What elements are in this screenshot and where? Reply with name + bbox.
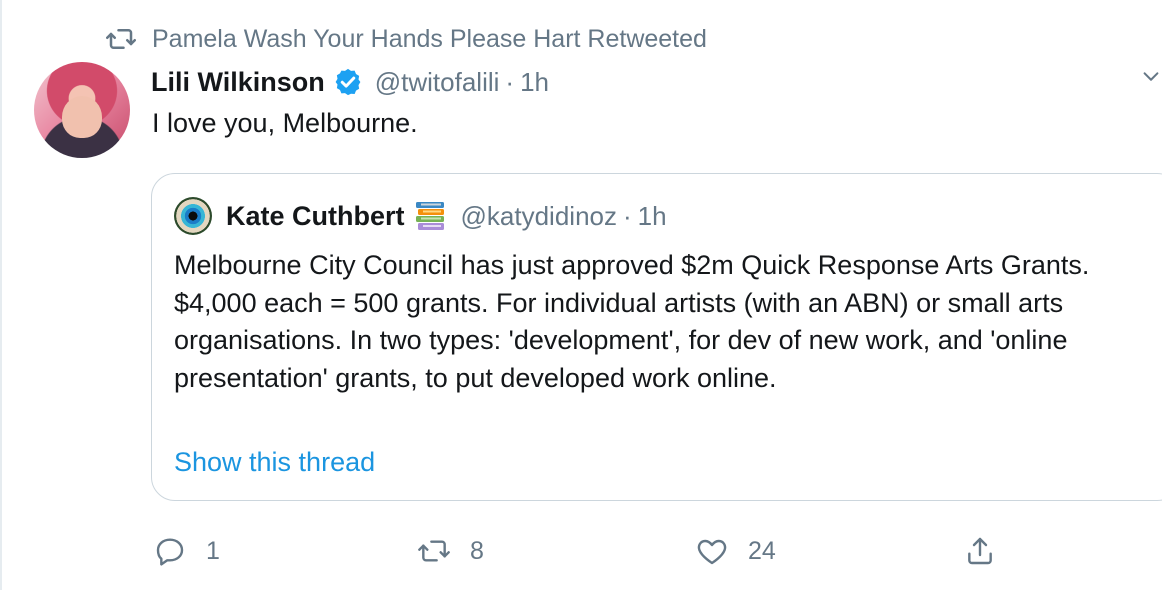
books-emoji-icon	[415, 202, 444, 230]
separator-dot: ·	[505, 66, 515, 97]
quoted-author-avatar	[174, 197, 212, 235]
reply-icon	[156, 538, 184, 566]
heart-icon	[697, 539, 727, 565]
retweet-icon	[418, 540, 450, 562]
quoted-tweet-header: Kate Cuthbert @katydidinoz · 1h	[174, 196, 667, 236]
share-button[interactable]	[964, 535, 996, 567]
quoted-author-handle: @katydidinoz	[460, 200, 617, 231]
share-icon	[968, 537, 992, 565]
retweeted-by-text: Pamela Wash Your Hands Please Hart Retwe…	[152, 24, 707, 53]
quoted-tweet-text: Melbourne City Council has just approved…	[174, 247, 1162, 397]
tweet-header: Lili Wilkinson @twitofalili · 1h	[151, 64, 549, 100]
verified-badge-icon	[335, 68, 361, 96]
author-avatar[interactable]	[34, 62, 130, 158]
quoted-separator-dot: ·	[623, 200, 632, 231]
quoted-tweet-timestamp: 1h	[637, 200, 667, 231]
reply-count: 1	[206, 536, 220, 565]
tweet-timestamp[interactable]: 1h	[520, 67, 549, 98]
tweet-actions: 1 8 24	[0, 535, 1162, 575]
tweet-text: I love you, Melbourne.	[152, 108, 418, 138]
quoted-author-name: Kate Cuthbert	[226, 200, 405, 231]
timeline-left-border	[0, 0, 2, 590]
chevron-down-icon[interactable]	[1140, 66, 1162, 88]
like-button[interactable]: 24	[696, 535, 776, 567]
show-thread-link[interactable]: Show this thread	[174, 447, 375, 478]
retweet-icon	[106, 29, 136, 49]
like-count: 24	[748, 536, 776, 565]
author-handle[interactable]: @twitofalili	[375, 67, 500, 98]
author-name[interactable]: Lili Wilkinson	[151, 67, 325, 98]
reply-button[interactable]: 1	[154, 535, 220, 567]
retweet-count: 8	[470, 536, 484, 565]
quoted-text-paragraph-2: $4,000 each = 500 grants. For individual…	[174, 287, 1068, 393]
retweet-context[interactable]: Pamela Wash Your Hands Please Hart Retwe…	[106, 24, 707, 54]
quoted-text-paragraph-1: Melbourne City Council has just approved…	[174, 250, 1090, 280]
quoted-tweet-card[interactable]: Kate Cuthbert @katydidinoz · 1h Melbourn…	[151, 173, 1162, 501]
retweet-button[interactable]: 8	[418, 535, 484, 567]
